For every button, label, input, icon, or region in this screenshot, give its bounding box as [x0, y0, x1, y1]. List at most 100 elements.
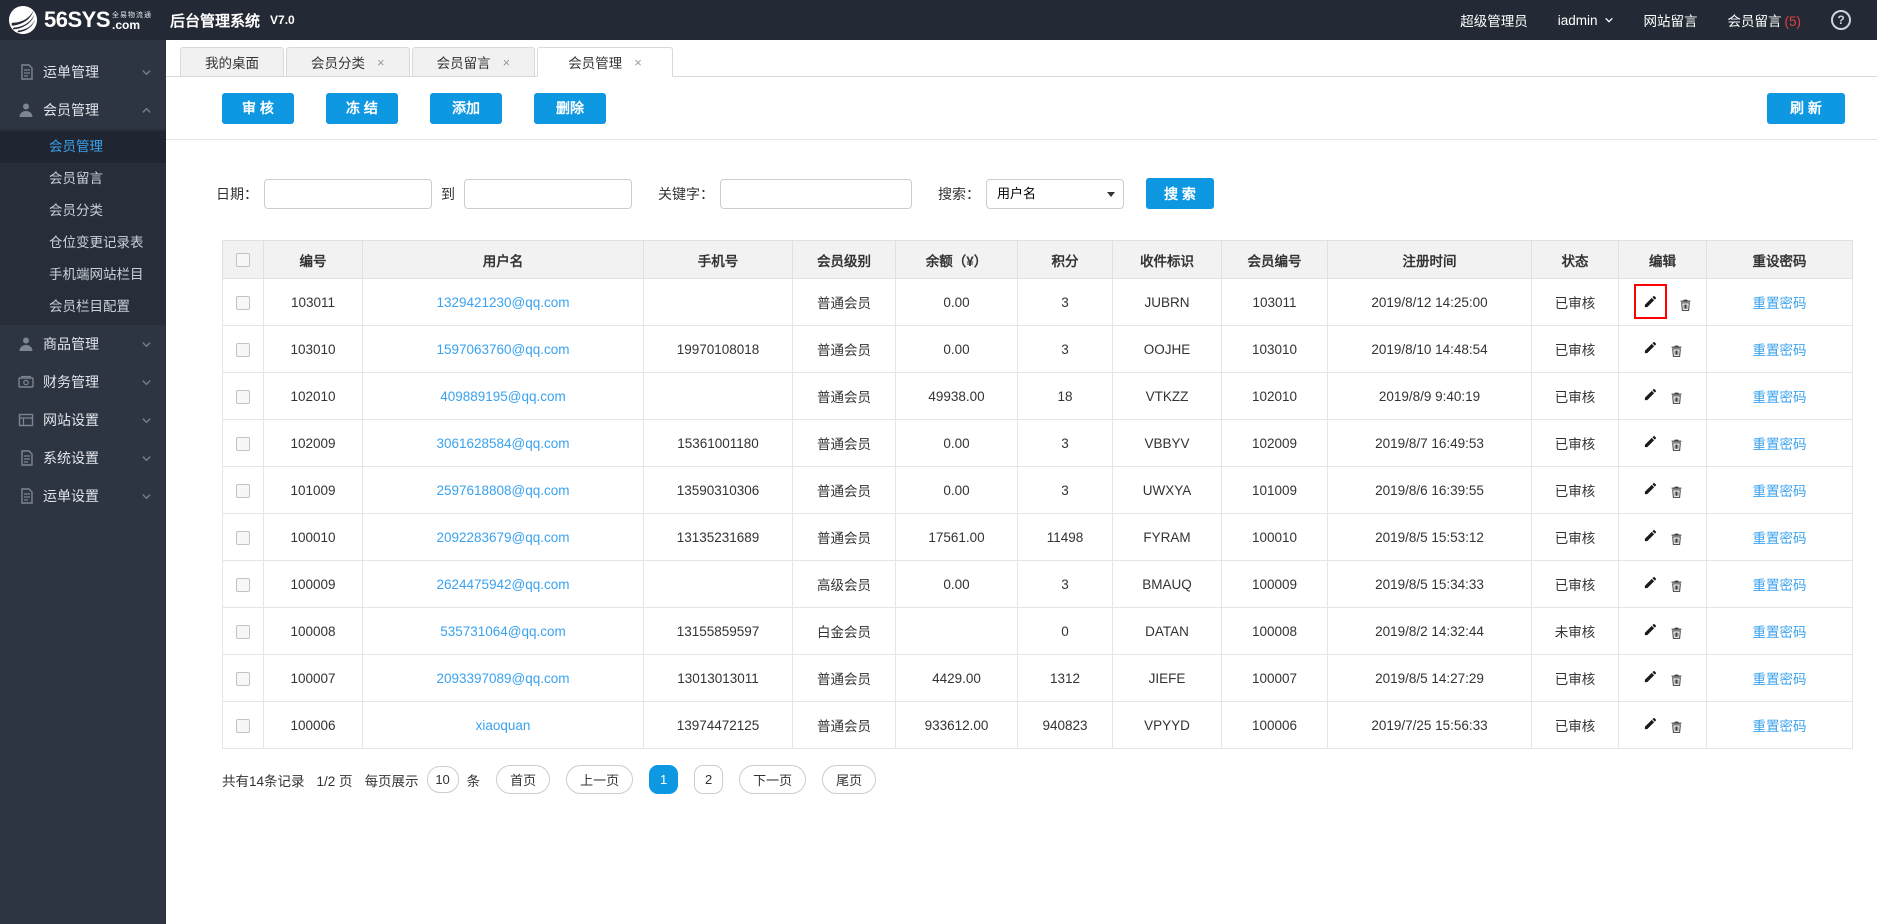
sidebar-item-5[interactable]: 系统设置	[0, 439, 166, 477]
edit-pencil-icon[interactable]	[1643, 294, 1658, 309]
username-link[interactable]: 1597063760@qq.com	[436, 342, 569, 357]
edit-pencil-icon[interactable]	[1643, 340, 1658, 355]
reset-password-link[interactable]: 重置密码	[1753, 578, 1807, 593]
delete-trash-icon[interactable]	[1670, 438, 1683, 452]
username-link[interactable]: 2093397089@qq.com	[436, 671, 569, 686]
edit-pencil-icon[interactable]	[1643, 622, 1658, 637]
tab-close-icon[interactable]: ×	[634, 56, 642, 69]
prev-page-button[interactable]: 上一页	[566, 765, 634, 794]
page-number-2[interactable]: 2	[694, 765, 724, 794]
tab-1[interactable]: 会员分类 ×	[286, 47, 410, 77]
row-checkbox[interactable]	[236, 624, 250, 639]
reset-password-link[interactable]: 重置密码	[1753, 531, 1807, 546]
delete-trash-icon[interactable]	[1670, 344, 1683, 358]
table-row: 103010 1597063760@qq.com 19970108018 普通会员 0.…	[222, 325, 1853, 373]
select-all-checkbox[interactable]	[236, 253, 250, 268]
cell-reg-time: 2019/7/25 15:56:33	[1327, 701, 1532, 749]
row-checkbox[interactable]	[236, 436, 250, 451]
help-icon[interactable]: ?	[1831, 10, 1851, 30]
page-number-1-active[interactable]: 1	[649, 765, 679, 794]
delete-trash-icon[interactable]	[1670, 626, 1683, 640]
reset-password-link[interactable]: 重置密码	[1753, 672, 1807, 687]
sidebar-subitem-2[interactable]: 会员分类	[0, 195, 166, 227]
tab-2[interactable]: 会员留言 ×	[411, 47, 536, 77]
username-link[interactable]: 535731064@qq.com	[440, 624, 566, 639]
sidebar-subitem-5[interactable]: 会员栏目配置	[0, 291, 166, 323]
row-checkbox[interactable]	[236, 671, 250, 686]
edit-pencil-icon[interactable]	[1643, 575, 1658, 590]
reset-password-link[interactable]: 重置密码	[1753, 625, 1807, 640]
edit-pencil-icon[interactable]	[1643, 387, 1658, 402]
row-checkbox[interactable]	[236, 483, 250, 498]
edit-pencil-icon[interactable]	[1643, 669, 1658, 684]
tab-close-icon[interactable]: ×	[503, 56, 511, 69]
freeze-button[interactable]: 冻 结	[326, 92, 398, 124]
delete-trash-icon[interactable]	[1670, 720, 1683, 734]
cell-member-id: 100006	[1221, 701, 1328, 749]
next-page-button[interactable]: 下一页	[739, 765, 807, 794]
row-checkbox[interactable]	[236, 295, 250, 310]
site-messages-link[interactable]: 网站留言	[1644, 10, 1698, 30]
tab-close-icon[interactable]: ×	[377, 56, 385, 69]
edit-pencil-icon[interactable]	[1643, 481, 1658, 496]
search-type-select[interactable]: 用户名	[986, 178, 1124, 209]
row-checkbox[interactable]	[236, 577, 250, 592]
reset-password-link[interactable]: 重置密码	[1753, 437, 1807, 452]
sidebar-item-1[interactable]: 会员管理	[0, 91, 166, 129]
row-checkbox[interactable]	[236, 530, 250, 545]
delete-trash-icon[interactable]	[1670, 579, 1683, 593]
search-button[interactable]: 搜 索	[1146, 178, 1214, 209]
first-page-button[interactable]: 首页	[496, 765, 551, 794]
delete-trash-icon[interactable]	[1670, 532, 1683, 546]
sidebar-subitem-4[interactable]: 手机端网站栏目	[0, 259, 166, 291]
edit-pencil-icon[interactable]	[1643, 716, 1658, 731]
username-link[interactable]: 2624475942@qq.com	[436, 577, 569, 592]
username-link[interactable]: xiaoquan	[476, 718, 531, 733]
delete-trash-icon[interactable]	[1670, 391, 1683, 405]
username-link[interactable]: 409889195@qq.com	[440, 389, 566, 404]
date-from-input[interactable]	[264, 178, 432, 209]
reset-password-link[interactable]: 重置密码	[1753, 296, 1807, 311]
delete-trash-icon[interactable]	[1670, 673, 1683, 687]
delete-button[interactable]: 删除	[534, 92, 606, 124]
delete-trash-icon[interactable]	[1670, 485, 1683, 499]
edit-pencil-icon[interactable]	[1643, 434, 1658, 449]
reset-password-link[interactable]: 重置密码	[1753, 343, 1807, 358]
tab-0[interactable]: 我的桌面	[180, 47, 284, 77]
user-menu[interactable]: iadmin	[1558, 13, 1614, 28]
table-row: 102009 3061628584@qq.com 15361001180 普通会员 0.…	[222, 419, 1853, 467]
refresh-button[interactable]: 刷 新	[1767, 92, 1845, 124]
sidebar-subitem-1[interactable]: 会员留言	[0, 163, 166, 195]
member-messages-link[interactable]: 会员留言 (5)	[1728, 10, 1802, 30]
username-link[interactable]: 1329421230@qq.com	[436, 295, 569, 310]
tab-3[interactable]: 会员管理 ×	[537, 47, 673, 77]
edit-pencil-icon[interactable]	[1643, 528, 1658, 543]
system-title: 后台管理系统	[170, 12, 261, 30]
sidebar-item-4[interactable]: 网站设置	[0, 401, 166, 439]
add-button[interactable]: 添加	[430, 92, 502, 124]
per-page-input[interactable]: 10	[426, 766, 459, 793]
keyword-input[interactable]	[720, 178, 912, 209]
sidebar-item-6[interactable]: 运单设置	[0, 477, 166, 515]
row-checkbox[interactable]	[236, 342, 250, 357]
row-checkbox[interactable]	[236, 389, 250, 404]
reset-password-link[interactable]: 重置密码	[1753, 390, 1807, 405]
username-link[interactable]: 2597618808@qq.com	[436, 483, 569, 498]
date-to-input[interactable]	[464, 178, 632, 209]
username-link[interactable]: 3061628584@qq.com	[436, 436, 569, 451]
delete-trash-icon[interactable]	[1679, 298, 1692, 312]
table-row: 100009 2624475942@qq.com 高级会员 0.00 3 BMAUQ 100…	[222, 560, 1853, 608]
sidebar-item-3[interactable]: 财务管理	[0, 363, 166, 401]
reset-password-link[interactable]: 重置密码	[1753, 484, 1807, 499]
username-link[interactable]: 2092283679@qq.com	[436, 530, 569, 545]
audit-button[interactable]: 审 核	[222, 92, 294, 124]
reset-password-link[interactable]: 重置密码	[1753, 719, 1807, 734]
cell-phone: 13974472125	[643, 701, 793, 749]
sidebar-item-2[interactable]: 商品管理	[0, 325, 166, 363]
sidebar-subitem-3[interactable]: 仓位变更记录表	[0, 227, 166, 259]
sidebar-subitem-0-active[interactable]: 会员管理	[0, 131, 166, 163]
last-page-button[interactable]: 尾页	[822, 765, 877, 794]
sidebar-item-0[interactable]: 运单管理	[0, 53, 166, 91]
cell-code: JIEFE	[1112, 654, 1222, 702]
row-checkbox[interactable]	[236, 718, 250, 733]
